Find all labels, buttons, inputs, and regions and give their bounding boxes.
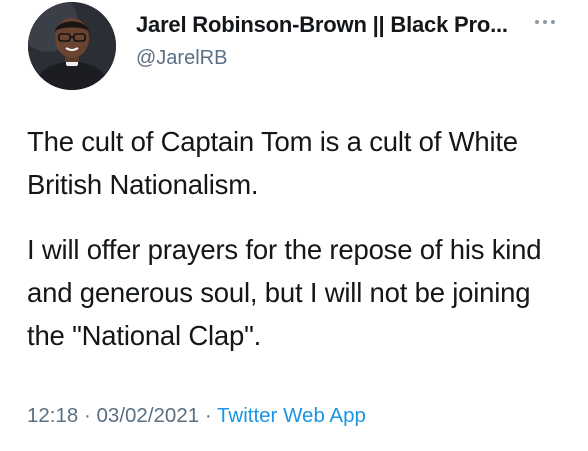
- tweet-text-paragraph-2: I will offer prayers for the repose of h…: [27, 234, 542, 351]
- more-options-icon[interactable]: [528, 14, 562, 30]
- display-name[interactable]: Jarel Robinson-Brown || Black Pro...: [136, 12, 508, 38]
- tweet-date[interactable]: 03/02/2021: [97, 404, 200, 427]
- meta-separator: ·: [78, 404, 97, 427]
- tweet-card: Jarel Robinson-Brown || Black Pro... @Ja…: [0, 0, 588, 451]
- tweet-time[interactable]: 12:18: [27, 404, 78, 427]
- avatar-image: [28, 2, 116, 90]
- tweet-meta: 12:18 · 03/02/2021 · Twitter Web App: [27, 404, 366, 428]
- user-handle[interactable]: @JarelRB: [136, 47, 227, 70]
- tweet-source-link[interactable]: Twitter Web App: [217, 404, 366, 427]
- tweet-text-paragraph-1: The cult of Captain Tom is a cult of Whi…: [27, 126, 518, 200]
- meta-separator: ·: [199, 404, 217, 427]
- avatar[interactable]: [28, 2, 116, 90]
